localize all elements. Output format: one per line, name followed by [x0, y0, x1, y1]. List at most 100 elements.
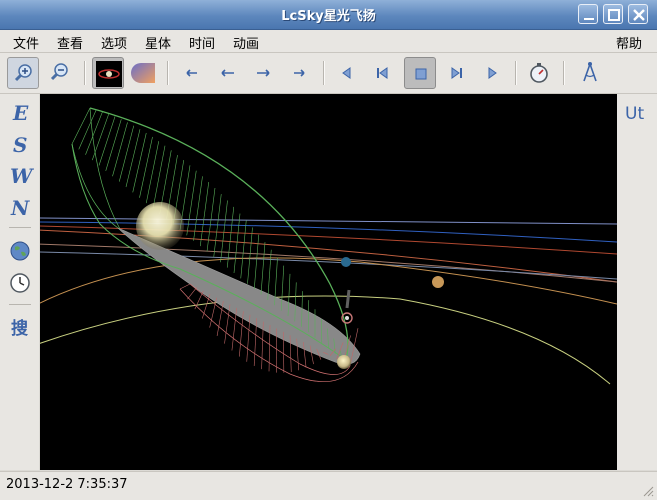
direction-south-button[interactable]: S [6, 130, 34, 158]
window-title: LcSky星光飞扬 [0, 5, 657, 24]
arrow-right-icon [283, 57, 315, 89]
sidebar-separator [9, 227, 31, 228]
orbit-scene [40, 94, 617, 470]
mesh-line [248, 227, 253, 283]
right-sidebar: Ut [617, 94, 657, 470]
stopwatch-icon [523, 57, 555, 89]
step-forward-icon [441, 57, 473, 89]
mesh-line [195, 291, 204, 309]
timer-button[interactable] [523, 57, 555, 89]
orbit-view-button[interactable] [92, 57, 124, 89]
menu-bar: 文件 查看 选项 星体 时间 动画 帮助 [0, 30, 657, 53]
menu-time[interactable]: 时间 [189, 33, 215, 52]
mesh-line [254, 235, 259, 289]
status-bar: 2013-12-2 7:35:37 [0, 471, 657, 500]
maximize-button[interactable] [603, 4, 623, 24]
svg-text:S: S [13, 133, 27, 157]
step-forward-large-button[interactable] [283, 57, 315, 89]
zoom-in-icon [8, 58, 40, 90]
mesh-line [241, 220, 247, 278]
sidebar-separator [9, 304, 31, 305]
mesh-line [239, 311, 243, 356]
mesh-line [187, 171, 197, 236]
sun [136, 202, 184, 250]
step-back-button[interactable] [212, 57, 244, 89]
mesh-line [113, 122, 128, 176]
play-forward-icon [476, 57, 508, 89]
globe-icon[interactable] [6, 237, 34, 265]
play-backward-button[interactable] [331, 57, 363, 89]
left-sidebar: E S W N 搜 [0, 94, 39, 470]
search-button[interactable]: 搜 [6, 313, 34, 341]
svg-text:E: E [12, 101, 29, 125]
sky-view-canvas[interactable] [40, 94, 617, 470]
close-button[interactable] [628, 4, 648, 24]
mesh-line [153, 146, 165, 209]
mesh-line [99, 117, 115, 166]
step-forward-button[interactable] [247, 57, 279, 89]
toolbar-separator [515, 61, 517, 85]
current-datetime: 2013-12-2 7:35:37 [6, 477, 128, 492]
stop-button[interactable] [404, 57, 436, 89]
toolbar-separator [323, 61, 325, 85]
mesh-line [106, 119, 122, 171]
mesh-line [200, 182, 209, 246]
mesh-line [234, 214, 240, 273]
stop-icon [405, 58, 437, 90]
step-back-large-button[interactable] [176, 57, 208, 89]
menu-view[interactable]: 查看 [57, 33, 83, 52]
direction-east-button[interactable]: E [6, 98, 34, 126]
menu-animation[interactable]: 动画 [233, 33, 259, 52]
mesh-line [146, 141, 159, 203]
step-frame-forward-button[interactable] [441, 57, 473, 89]
mesh-line [180, 284, 190, 289]
mesh-line [268, 250, 272, 300]
svg-text:Ut: Ut [625, 104, 644, 124]
menu-help[interactable]: 帮助 [616, 33, 642, 52]
compass-tool-icon [574, 57, 606, 89]
play-forward-button[interactable] [476, 57, 508, 89]
mesh-line [126, 129, 140, 187]
mesh-line [225, 305, 231, 344]
orbit-view-icon [93, 58, 125, 90]
zoom-out-button[interactable] [43, 57, 75, 89]
minimize-icon [581, 7, 597, 23]
mesh-line [187, 287, 196, 299]
mesh-line [261, 242, 265, 294]
mesh-line [232, 308, 237, 351]
comet-tail [347, 290, 349, 308]
clock-icon[interactable] [6, 269, 34, 297]
step-back-icon [366, 57, 398, 89]
toolbar-separator [563, 61, 565, 85]
mesh-line [140, 137, 153, 198]
mesh-line [86, 112, 103, 155]
measure-tool-button[interactable] [574, 57, 606, 89]
planet-blue [341, 257, 351, 267]
step-frame-back-button[interactable] [366, 57, 398, 89]
sky-view-icon [127, 57, 159, 89]
comet-head [337, 355, 351, 369]
menu-file[interactable]: 文件 [13, 33, 39, 52]
universal-time-button[interactable]: Ut [622, 98, 652, 126]
zoom-in-button[interactable] [7, 57, 39, 89]
toolbar-separator [84, 61, 86, 85]
mesh-line [221, 200, 228, 262]
sky-view-button[interactable] [127, 57, 159, 89]
direction-north-button[interactable]: N [6, 193, 34, 221]
resize-grip-icon[interactable] [642, 485, 654, 497]
toolbar [0, 53, 657, 94]
minimize-button[interactable] [578, 4, 598, 24]
direction-west-button[interactable]: W [6, 161, 34, 189]
comet-nucleus [345, 316, 349, 320]
arrow-left-icon [212, 57, 244, 89]
mesh-line [119, 126, 134, 182]
mesh-line [133, 133, 147, 192]
arrow-left-icon [176, 57, 208, 89]
menu-objects[interactable]: 星体 [145, 33, 171, 52]
close-icon [631, 7, 647, 23]
arrow-right-icon [247, 57, 279, 89]
svg-text:N: N [10, 196, 30, 220]
mesh-line [214, 194, 222, 257]
mesh-line [72, 108, 90, 144]
menu-options[interactable]: 选项 [101, 33, 127, 52]
